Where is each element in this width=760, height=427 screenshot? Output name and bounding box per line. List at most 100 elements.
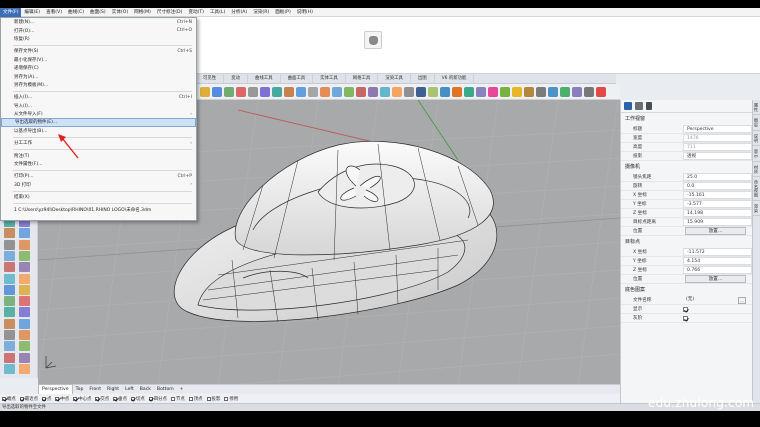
file-menu-item[interactable]: 保存文件(S) Ctrl+S: [1, 47, 196, 55]
tool-icon[interactable]: [296, 86, 306, 97]
tool-icon[interactable]: [368, 86, 378, 97]
tool-icon[interactable]: [440, 86, 450, 97]
file-menu-item[interactable]: 1 C:\Users\yz94l\Desktop\RHINO\01.RHINO …: [1, 205, 196, 213]
file-menu-item[interactable]: 以基点导出(B)...: [1, 127, 196, 135]
osnap-toggle[interactable]: 端点: [2, 396, 16, 402]
viewport-properties-icon[interactable]: [624, 102, 632, 110]
tool-icon[interactable]: [536, 86, 546, 97]
tool-icon[interactable]: [236, 86, 246, 97]
tool-icon[interactable]: [4, 273, 15, 284]
menu-10[interactable]: 分析(A): [228, 8, 250, 17]
menu-3[interactable]: 曲线(C): [65, 8, 87, 17]
property-value[interactable]: 14.198: [683, 209, 752, 217]
osnap-toggle[interactable]: 停用: [224, 396, 238, 402]
menu-6[interactable]: 网格(M): [131, 8, 154, 17]
tool-icon[interactable]: [4, 296, 15, 307]
property-value[interactable]: 25.0: [683, 173, 752, 181]
file-menu-item[interactable]: 恢复(R): [1, 35, 196, 43]
toolbar-tab[interactable]: 变动: [224, 73, 248, 84]
osnap-checkbox[interactable]: [170, 396, 175, 401]
side-tab[interactable]: 显示: [753, 146, 760, 162]
osnap-checkbox[interactable]: [95, 396, 100, 401]
place-target-button[interactable]: 放置...: [685, 275, 746, 283]
tool-icon[interactable]: [380, 86, 390, 97]
tool-icon[interactable]: [19, 330, 30, 340]
tool-icon[interactable]: [4, 318, 15, 329]
property-value[interactable]: 4.154: [683, 257, 752, 265]
osnap-checkbox[interactable]: [130, 396, 135, 401]
menu-1[interactable]: 编辑(E): [21, 8, 43, 17]
file-menu-item[interactable]: 结束(X): [1, 193, 196, 201]
tool-icon[interactable]: [19, 352, 30, 363]
tool-icon[interactable]: [572, 86, 582, 97]
toolbar-tab[interactable]: 出图: [411, 73, 435, 84]
toolbar-tab[interactable]: 实体工具: [313, 73, 346, 84]
menu-11[interactable]: 渲染(R): [250, 8, 272, 17]
osnap-toggle[interactable]: 点: [41, 396, 51, 402]
toolbar-tab[interactable]: 可见性: [196, 73, 225, 84]
file-menu-item[interactable]: 打开(O)... Ctrl+O: [1, 26, 196, 34]
osnap-checkbox[interactable]: [113, 396, 118, 401]
camera-icon[interactable]: [635, 102, 643, 110]
tool-icon[interactable]: [19, 250, 30, 261]
tool-icon[interactable]: [19, 363, 30, 374]
tool-icon[interactable]: [560, 86, 570, 97]
tool-icon[interactable]: [224, 86, 234, 97]
menu-2[interactable]: 查看(V): [43, 8, 65, 17]
show-checkbox[interactable]: [683, 307, 688, 312]
menu-0[interactable]: 文件(F): [0, 8, 22, 17]
viewport-tab[interactable]: Bottom: [154, 385, 177, 394]
tool-icon[interactable]: [19, 239, 30, 250]
file-menu-item[interactable]: 导出选取的物件(E)...: [1, 118, 196, 127]
tool-icon[interactable]: [452, 86, 462, 97]
toolbar-tab[interactable]: 曲面工具: [281, 73, 314, 84]
osnap-toggle[interactable]: 切点: [130, 396, 145, 402]
tool-icon[interactable]: [4, 239, 15, 250]
viewport-tab[interactable]: Perspective: [38, 384, 73, 394]
tool-icon[interactable]: [4, 363, 15, 374]
osnap-toggle[interactable]: 垂点: [113, 396, 127, 402]
tool-icon[interactable]: [4, 262, 15, 273]
osnap-checkbox[interactable]: [73, 396, 78, 401]
tool-icon[interactable]: [19, 273, 30, 284]
osnap-checkbox[interactable]: [2, 396, 6, 401]
tool-icon[interactable]: [4, 352, 15, 363]
file-menu-item[interactable]: 附注(T): [1, 151, 196, 159]
file-menu-item[interactable]: 分工工作 ›: [1, 139, 196, 147]
browse-button[interactable]: ...: [738, 296, 746, 304]
tool-icon[interactable]: [4, 341, 15, 352]
property-value[interactable]: 0.0: [683, 182, 752, 190]
toolbar-tab[interactable]: V6 的新功能: [435, 73, 475, 84]
property-value[interactable]: -3.577: [683, 200, 752, 208]
property-value[interactable]: 0.766: [683, 266, 752, 274]
file-menu-item[interactable]: 另存为模板(M)...: [1, 81, 196, 89]
osnap-toggle[interactable]: 中心点: [73, 396, 91, 402]
side-tab[interactable]: 渲染: [753, 201, 760, 217]
tool-icon[interactable]: [272, 86, 282, 97]
toolbar-tab[interactable]: 渲染工具: [378, 73, 411, 84]
tool-icon[interactable]: [488, 86, 498, 97]
tool-icon[interactable]: [4, 250, 15, 261]
tool-icon[interactable]: [284, 86, 294, 97]
property-value[interactable]: 透视: [683, 152, 752, 160]
tool-icon[interactable]: [404, 86, 414, 97]
viewport-tab[interactable]: Top: [73, 385, 87, 394]
viewport-tab[interactable]: Right: [104, 385, 122, 394]
tool-icon[interactable]: [332, 86, 342, 97]
osnap-checkbox[interactable]: [188, 396, 193, 401]
tool-icon[interactable]: [416, 86, 426, 97]
tool-icon[interactable]: [596, 86, 606, 97]
place-camera-button[interactable]: 放置...: [685, 227, 746, 235]
side-tab[interactable]: 图层: [753, 115, 760, 131]
tool-icon[interactable]: [212, 86, 222, 97]
tool-icon[interactable]: [524, 86, 534, 97]
file-menu-item[interactable]: 最小化保存(V)...: [1, 56, 196, 64]
menu-12[interactable]: 面板(P): [272, 8, 294, 17]
osnap-toggle[interactable]: 顶点: [188, 396, 203, 402]
menu-9[interactable]: 工具(L): [207, 8, 228, 17]
osnap-checkbox[interactable]: [55, 396, 60, 401]
file-menu-item[interactable]: 打印(P)... Ctrl+P: [1, 172, 196, 180]
menu-4[interactable]: 曲面(S): [87, 8, 109, 17]
tool-icon[interactable]: [344, 86, 354, 97]
tool-icon[interactable]: [428, 86, 438, 97]
